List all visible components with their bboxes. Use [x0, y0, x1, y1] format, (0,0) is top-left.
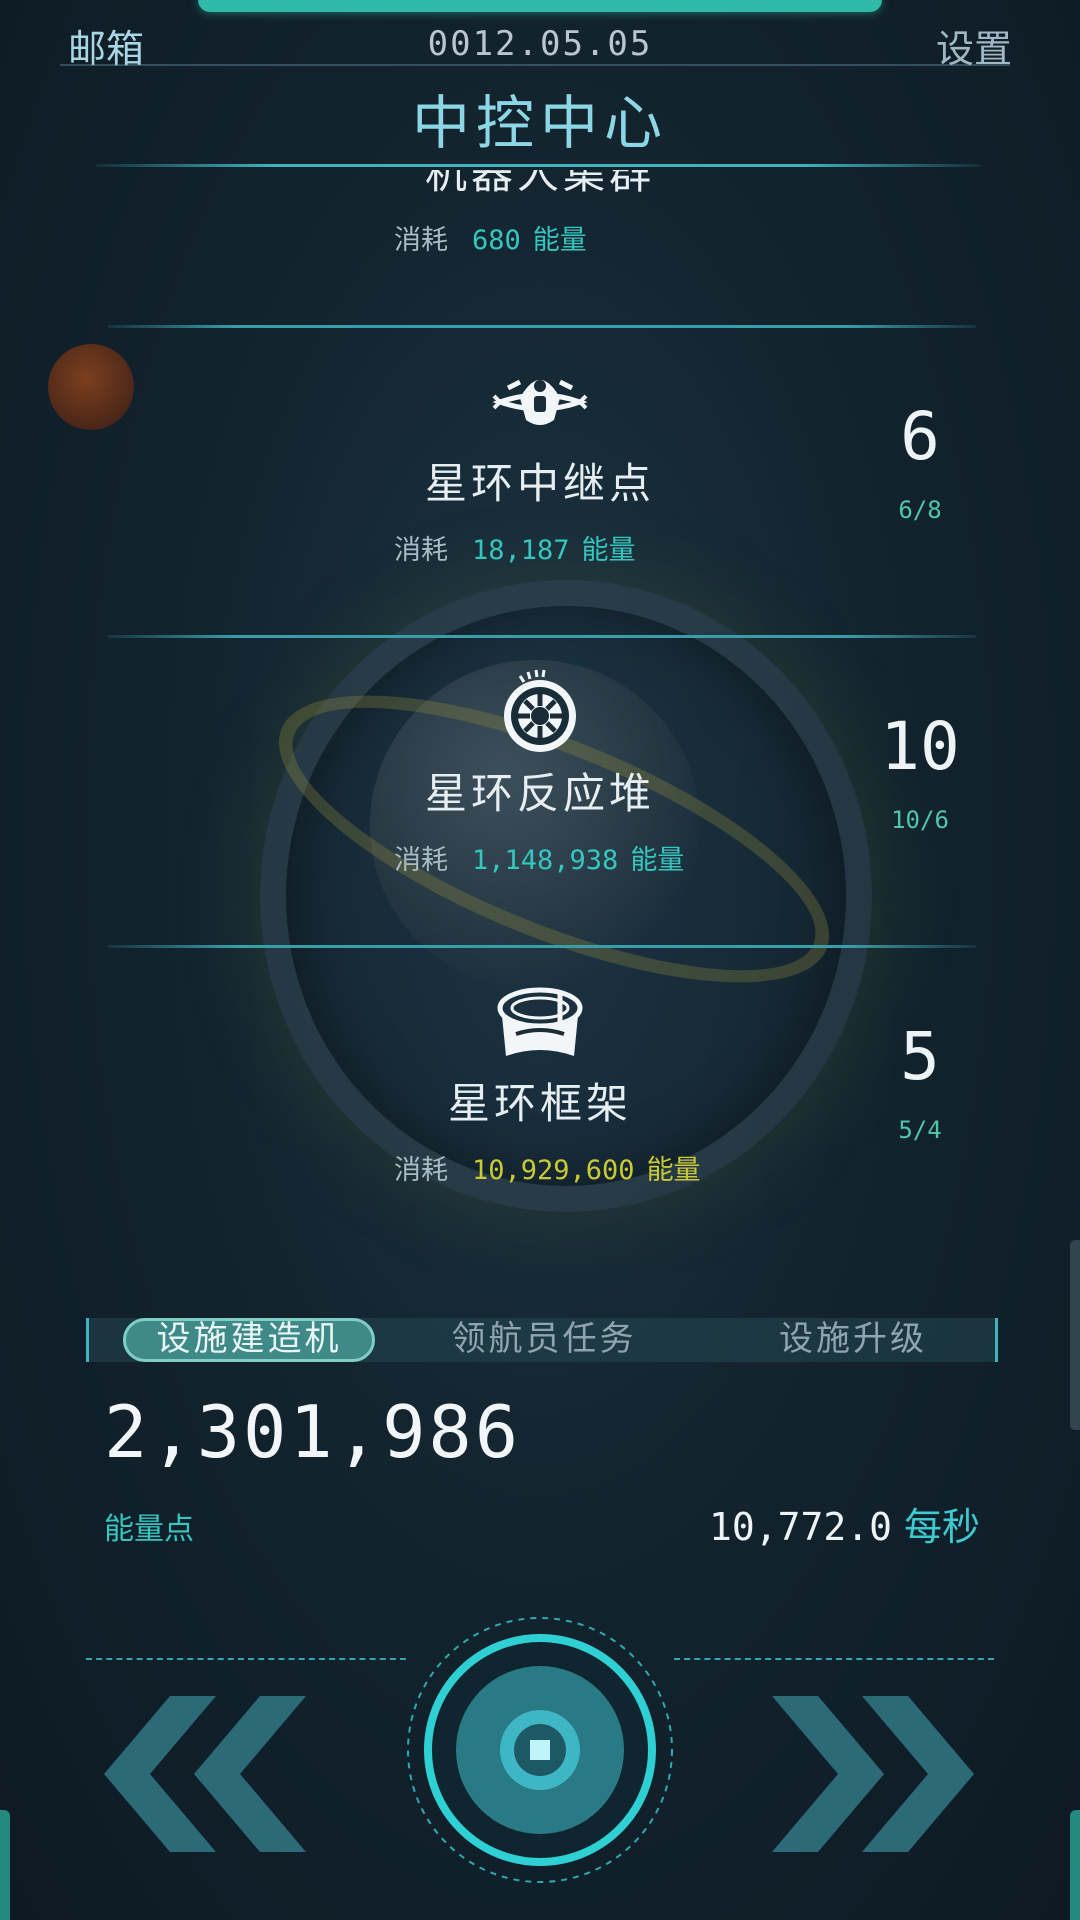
tab-navigator-missions[interactable]: 领航员任务	[419, 1318, 669, 1362]
double-chevron-right-icon	[772, 1696, 974, 1852]
facility-count: 5	[900, 1018, 940, 1095]
page-title: 中控中心	[411, 89, 668, 157]
facility-cost: 消耗 680 能量	[394, 218, 587, 257]
top-glow-bar	[198, 0, 882, 12]
cost-label: 消耗	[394, 535, 448, 566]
game-screen: 邮箱 0012.05.05 设置 中控中心 机器人集群 消耗 680 能量 星环…	[0, 0, 1080, 1920]
cost-label: 消耗	[394, 1155, 448, 1186]
cost-value: 18,187	[472, 535, 570, 566]
previous-button[interactable]	[104, 1696, 314, 1852]
facility-name: 机器人集群	[424, 170, 655, 198]
tab-bar: 设施建造机 领航员任务 设施升级	[86, 1318, 998, 1362]
facility-cost: 消耗 18,187 能量	[394, 528, 636, 567]
ring-frame-icon	[490, 978, 590, 1068]
cost-unit: 能量	[646, 1155, 701, 1186]
facility-cost: 消耗 1,148,938 能量	[394, 838, 684, 877]
cost-label: 消耗	[394, 845, 448, 876]
relay-station-icon	[490, 358, 590, 448]
center-action-button[interactable]	[402, 1612, 678, 1888]
energy-label: 能量点	[104, 1512, 194, 1547]
double-chevron-left-icon	[104, 1696, 306, 1852]
energy-total: 2,301,986	[104, 1390, 522, 1474]
reactor-icon	[490, 668, 590, 758]
facility-ratio: 10/6	[891, 806, 949, 834]
rate-value: 10,772.0	[708, 1505, 892, 1549]
rate-unit: 每秒	[903, 1505, 980, 1549]
facility-count: 6	[900, 398, 940, 475]
bottom-frame-left	[0, 1810, 10, 1920]
facility-item-relay-station[interactable]: 星环中继点 消耗 18,187 能量 6 6/8	[0, 328, 1080, 638]
title-divider	[96, 164, 980, 167]
energy-rate: 10,772.0 每秒	[709, 1496, 980, 1551]
control-dash-line-left	[86, 1658, 406, 1660]
top-bar: 邮箱 0012.05.05 设置	[0, 14, 1080, 71]
facility-ratio: 5/4	[898, 1116, 942, 1144]
facility-list[interactable]: 机器人集群 消耗 680 能量 星环中继点 消耗 18,187 能量 6 6/8…	[0, 170, 1080, 1250]
list-scrollbar[interactable]	[1070, 1240, 1080, 1430]
cost-value: 680	[472, 225, 521, 256]
facility-count: 10	[880, 708, 960, 785]
cost-unit: 能量	[581, 535, 636, 566]
tab-facility-upgrade[interactable]: 设施升级	[733, 1318, 973, 1362]
cost-label: 消耗	[394, 225, 448, 256]
control-dash-line-right	[674, 1658, 994, 1660]
stop-icon	[530, 1740, 550, 1760]
cost-unit: 能量	[532, 225, 587, 256]
next-button[interactable]	[764, 1696, 974, 1852]
game-date: 0012.05.05	[427, 24, 653, 64]
header-divider	[60, 64, 1010, 66]
facility-item-ring-frame[interactable]: 星环框架 消耗 10,929,600 能量 5 5/4	[0, 948, 1080, 1250]
facility-item-reactor[interactable]: 星环反应堆 消耗 1,148,938 能量 10 10/6	[0, 638, 1080, 948]
facility-cost: 消耗 10,929,600 能量	[394, 1148, 701, 1187]
cost-value: 10,929,600	[472, 1155, 635, 1186]
cost-unit: 能量	[630, 845, 685, 876]
bottom-frame-right	[1070, 1810, 1080, 1920]
cost-value: 1,148,938	[472, 845, 619, 876]
facility-ratio: 6/8	[898, 496, 942, 524]
facility-item-robot-cluster[interactable]: 机器人集群 消耗 680 能量	[0, 170, 1080, 328]
tab-facility-builder[interactable]: 设施建造机	[123, 1318, 375, 1362]
